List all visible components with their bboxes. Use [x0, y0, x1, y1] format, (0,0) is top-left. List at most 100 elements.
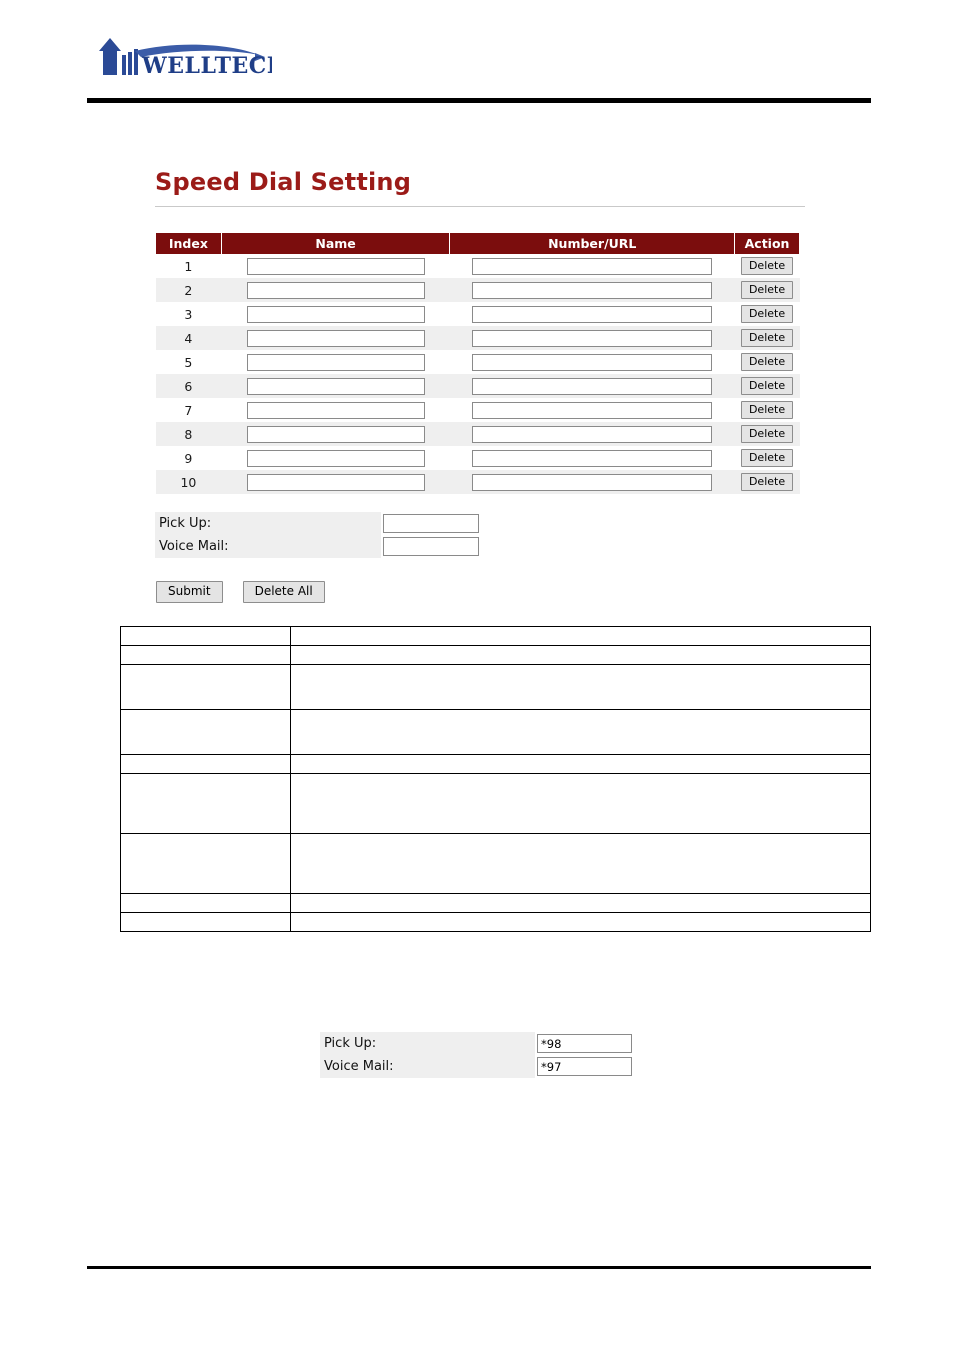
delete-button-4[interactable]: Delete	[740, 329, 794, 347]
speed-dial-name-input-10[interactable]	[246, 473, 425, 491]
description-text-cell	[289, 893, 872, 913]
row-name-cell	[221, 326, 450, 350]
row-index-label: 10	[180, 474, 197, 490]
speed-dial-name-input-8[interactable]	[246, 425, 425, 443]
description-table	[120, 626, 872, 932]
speed-dial-name-input-3[interactable]	[246, 305, 425, 323]
speed-dial-number-input-6[interactable]	[472, 377, 713, 395]
row-index-cell: 8	[155, 422, 222, 446]
row-action-cell: Delete	[734, 470, 800, 494]
row-action-cell: Delete	[734, 278, 800, 302]
special-numbers-form: Pick Up: Voice Mail:	[155, 512, 480, 558]
submit-button[interactable]: Submit	[156, 581, 223, 603]
page-title: Speed Dial Setting	[155, 168, 412, 196]
table-header-row: Index Name Number/URL Action	[155, 233, 800, 254]
row-name-cell	[221, 470, 450, 494]
row-action-cell: Delete	[734, 302, 800, 326]
speed-dial-number-input-1[interactable]	[472, 257, 713, 275]
pick-up-input[interactable]	[383, 514, 479, 533]
special-numbers-example: Pick Up: Voice Mail:	[320, 1032, 633, 1078]
table-row	[120, 664, 872, 710]
speed-dial-number-input-4[interactable]	[472, 329, 713, 347]
voice-mail-field-wrap-example	[535, 1057, 633, 1076]
description-label-cell	[120, 773, 291, 834]
row-index-label: 5	[184, 354, 193, 370]
speed-dial-number-input-3[interactable]	[472, 305, 713, 323]
table-row: 6 Delete	[155, 374, 800, 398]
description-text-cell	[289, 754, 872, 774]
pick-up-label-example: Pick Up:	[320, 1032, 535, 1055]
column-header-number-url: Number/URL	[449, 233, 736, 254]
delete-button-7[interactable]: Delete	[740, 401, 794, 419]
delete-button-3[interactable]: Delete	[740, 305, 794, 323]
title-divider	[155, 206, 805, 207]
table-row: 9 Delete	[155, 446, 800, 470]
speed-dial-number-input-7[interactable]	[472, 401, 713, 419]
speed-dial-name-input-9[interactable]	[246, 449, 425, 467]
delete-button-5[interactable]: Delete	[740, 353, 794, 371]
row-index-cell: 6	[155, 374, 222, 398]
table-row	[120, 626, 872, 646]
pick-up-input-example[interactable]	[537, 1034, 632, 1053]
speed-dial-table-body: 1 Delete 2 Delete 3 Delete 4 Delete 5 De…	[155, 254, 800, 494]
delete-button-6[interactable]: Delete	[740, 377, 794, 395]
table-row	[120, 833, 872, 894]
row-number-cell	[449, 350, 735, 374]
description-label-cell	[120, 709, 291, 755]
column-header-action: Action	[734, 233, 800, 254]
delete-button-1[interactable]: Delete	[740, 257, 794, 275]
delete-all-button[interactable]: Delete All	[242, 581, 325, 603]
row-index-cell: 9	[155, 446, 222, 470]
row-index-cell: 10	[155, 470, 222, 494]
speed-dial-number-input-5[interactable]	[472, 353, 713, 371]
form-action-bar: Submit Delete All	[156, 581, 325, 603]
row-number-cell	[449, 302, 735, 326]
row-action-cell: Delete	[734, 374, 800, 398]
voice-mail-input-example[interactable]	[537, 1057, 632, 1076]
row-index-cell: 2	[155, 278, 222, 302]
row-name-cell	[221, 302, 450, 326]
speed-dial-number-input-2[interactable]	[472, 281, 713, 299]
row-index-label: 8	[184, 426, 193, 442]
description-text-cell	[289, 833, 872, 894]
delete-button-9[interactable]: Delete	[740, 449, 794, 467]
speed-dial-name-input-1[interactable]	[246, 257, 425, 275]
table-row: 10 Delete	[155, 470, 800, 494]
table-row	[120, 773, 872, 834]
description-text-cell	[289, 773, 872, 834]
row-index-cell: 1	[155, 254, 222, 278]
row-number-cell	[449, 446, 735, 470]
voice-mail-label: Voice Mail:	[155, 535, 381, 558]
row-index-cell: 3	[155, 302, 222, 326]
speed-dial-name-input-7[interactable]	[246, 401, 425, 419]
speed-dial-number-input-8[interactable]	[472, 425, 713, 443]
row-name-cell	[221, 374, 450, 398]
row-action-cell: Delete	[734, 446, 800, 470]
pick-up-row-example: Pick Up:	[320, 1032, 633, 1055]
speed-dial-name-input-6[interactable]	[246, 377, 425, 395]
table-row: 8 Delete	[155, 422, 800, 446]
document-header: WELLTECH	[87, 30, 871, 92]
speed-dial-name-input-2[interactable]	[246, 281, 425, 299]
description-label-cell	[120, 626, 291, 646]
table-row: 4 Delete	[155, 326, 800, 350]
speed-dial-number-input-10[interactable]	[472, 473, 713, 491]
voice-mail-input[interactable]	[383, 537, 479, 556]
description-label-cell	[120, 912, 291, 932]
speed-dial-name-input-4[interactable]	[246, 329, 425, 347]
delete-button-8[interactable]: Delete	[740, 425, 794, 443]
row-index-label: 3	[184, 306, 193, 322]
table-row: 5 Delete	[155, 350, 800, 374]
speed-dial-number-input-9[interactable]	[472, 449, 713, 467]
description-label-cell	[120, 645, 291, 665]
delete-button-10[interactable]: Delete	[740, 473, 794, 491]
delete-button-2[interactable]: Delete	[740, 281, 794, 299]
description-label-cell	[120, 754, 291, 774]
row-index-label: 1	[184, 258, 193, 274]
row-action-cell: Delete	[734, 422, 800, 446]
table-row: 3 Delete	[155, 302, 800, 326]
logo-wordmark: WELLTECH	[141, 53, 272, 79]
speed-dial-name-input-5[interactable]	[246, 353, 425, 371]
description-text-cell	[289, 709, 872, 755]
row-number-cell	[449, 470, 735, 494]
